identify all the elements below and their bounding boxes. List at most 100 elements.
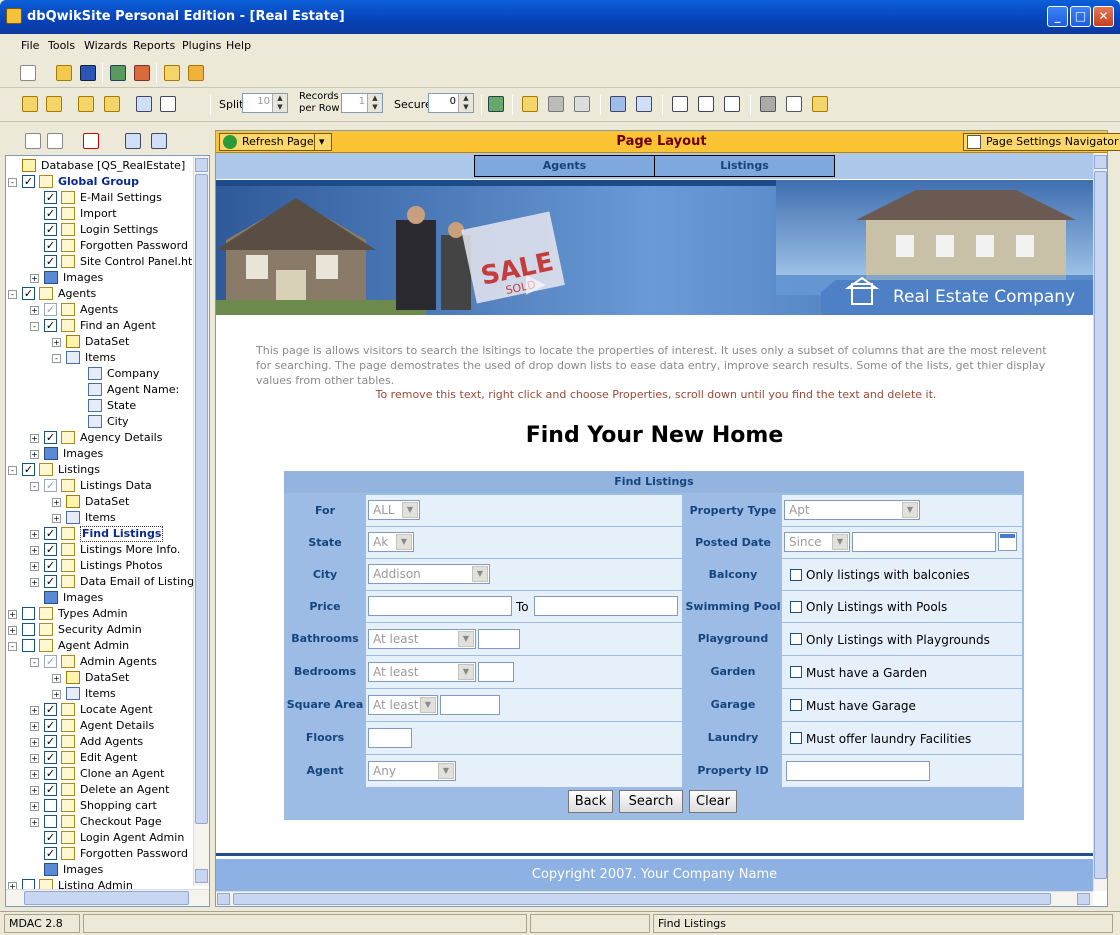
project-tree[interactable]: Database [QS_RealEstate] - ✓ Global Group ✓ E… (5, 155, 210, 907)
garden-checkbox[interactable] (790, 666, 802, 678)
secure-spinner[interactable]: 0 ▲ ▼ (428, 93, 474, 113)
minimize-button[interactable]: _ (1047, 6, 1068, 27)
expand-icon[interactable]: + (30, 706, 39, 715)
expand-icon[interactable]: + (30, 818, 39, 827)
expand-icon[interactable]: + (8, 610, 17, 619)
city-select[interactable]: Addison ▼ (368, 564, 490, 584)
floors-input[interactable] (368, 728, 412, 748)
expand-icon[interactable]: + (30, 722, 39, 731)
collapse-icon[interactable]: - (30, 658, 39, 667)
tree-checkbox[interactable]: ✓ (22, 175, 35, 188)
nav-tab-listings[interactable]: Listings (654, 155, 835, 177)
menu-help[interactable]: Help (226, 39, 251, 52)
property-id-input[interactable] (786, 761, 930, 781)
document-icon[interactable] (760, 96, 776, 112)
columns-icon[interactable] (574, 96, 590, 112)
maximize-button[interactable]: □ (1070, 6, 1091, 27)
tree-checkbox[interactable]: ✓ (44, 239, 57, 252)
playground-checkbox[interactable] (790, 633, 802, 645)
tree-checkbox[interactable]: ✓ (44, 223, 57, 236)
tree-checkbox[interactable]: ✓ (22, 463, 35, 476)
laundry-checkbox[interactable] (790, 732, 802, 744)
tree-item[interactable]: ✓ Import (6, 206, 192, 222)
tree-item[interactable]: + ✓ Listings More Info. (6, 542, 192, 558)
tree-item[interactable]: + Images (6, 270, 192, 286)
page-icon[interactable] (22, 96, 38, 112)
records-spinner[interactable]: 1 ▲ ▼ (341, 93, 383, 113)
tree-item[interactable]: Company (6, 366, 192, 382)
paste-icon[interactable] (104, 96, 120, 112)
collapse-icon[interactable]: - (8, 466, 17, 475)
tree-item[interactable]: - ✓ Listings (6, 462, 192, 478)
balcony-checkbox[interactable] (790, 569, 802, 581)
collapse-icon[interactable]: - (8, 642, 17, 651)
tree-checkbox[interactable]: ✓ (44, 847, 57, 860)
menu-plugins[interactable]: Plugins (182, 39, 221, 52)
calendar-icon[interactable] (998, 532, 1017, 551)
tree-item[interactable]: - Agent Admin (6, 638, 192, 654)
tree-checkbox[interactable]: ✓ (44, 543, 57, 556)
tree-item[interactable]: + DataSet (6, 334, 192, 350)
bathrooms-select[interactable]: At least ▼ (368, 629, 476, 649)
expand-icon[interactable]: + (30, 306, 39, 315)
no-format-icon[interactable] (160, 96, 176, 112)
tree-item[interactable]: + ✓ Locate Agent (6, 702, 192, 718)
properties-icon[interactable] (812, 96, 828, 112)
expand-icon[interactable]: + (30, 770, 39, 779)
tree-checkbox[interactable] (44, 799, 57, 812)
tree-checkbox[interactable]: ✓ (44, 831, 57, 844)
tree-item[interactable]: City (6, 414, 192, 430)
tree-checkbox[interactable]: ✓ (44, 767, 57, 780)
collapse-icon[interactable]: - (30, 482, 39, 491)
tree-item[interactable]: + Images (6, 446, 192, 462)
collapse-icon[interactable]: - (52, 354, 61, 363)
tree-item[interactable]: ✓ Forgotten Password (6, 238, 192, 254)
move-up-icon[interactable] (125, 133, 141, 149)
copy-icon[interactable] (78, 96, 94, 112)
tree-item[interactable]: + ✓ Clone an Agent (6, 766, 192, 782)
tree-checkbox[interactable]: ✓ (44, 751, 57, 764)
tree-item[interactable]: State (6, 398, 192, 414)
page-delete-icon[interactable] (46, 96, 62, 112)
tree-item[interactable]: + ✓ Agent Details (6, 718, 192, 734)
help-icon[interactable] (164, 65, 180, 81)
tree-item[interactable]: ✓ Forgotten Password (6, 846, 192, 862)
search-button[interactable]: Search (619, 790, 683, 813)
tree-scroll-thumb[interactable] (195, 174, 208, 824)
new-file-icon[interactable] (20, 65, 36, 81)
tree-checkbox[interactable]: ✓ (44, 527, 57, 540)
property-type-select[interactable]: Apt ▼ (784, 500, 920, 520)
tree-item[interactable]: + ✓ Add Agents (6, 734, 192, 750)
tree-item[interactable]: + Items (6, 686, 192, 702)
expand-icon[interactable]: + (52, 498, 61, 507)
editor-scroll-left-icon[interactable] (217, 893, 230, 905)
monitor-icon[interactable] (110, 65, 126, 81)
save-icon[interactable] (80, 65, 96, 81)
scroll-down-arrow-icon[interactable] (195, 869, 208, 883)
expand-icon[interactable]: + (30, 802, 39, 811)
tree-item[interactable]: + ✓ Find Listings (6, 526, 192, 542)
close-button[interactable]: ✕ (1093, 6, 1114, 27)
tree-item[interactable]: - ✓ Global Group (6, 174, 192, 190)
expand-icon[interactable]: + (30, 530, 39, 539)
tree-checkbox[interactable]: ✓ (44, 431, 57, 444)
expand-icon[interactable]: + (30, 562, 39, 571)
tree-item[interactable]: - ✓ Find an Agent (6, 318, 192, 334)
tree-horizontal-scrollbar[interactable] (6, 889, 209, 906)
posted-date-select[interactable]: Since ▼ (784, 532, 850, 552)
square-area-input[interactable] (440, 695, 500, 715)
editor-scroll-thumb[interactable] (1094, 171, 1107, 879)
add-group-icon[interactable] (47, 133, 63, 149)
tree-checkbox[interactable] (22, 607, 35, 620)
back-button[interactable]: Back (568, 790, 613, 813)
tree-item[interactable]: + ✓ Data Email of Listings (6, 574, 200, 590)
menu-file[interactable]: File (21, 39, 39, 52)
tree-checkbox[interactable]: ✓ (44, 303, 57, 316)
header-icon[interactable] (672, 96, 688, 112)
tree-item[interactable]: + ✓ Edit Agent (6, 750, 192, 766)
move-down-icon[interactable] (151, 133, 167, 149)
for-select[interactable]: ALL ▼ (368, 500, 420, 520)
expand-icon[interactable]: + (8, 626, 17, 635)
tree-item[interactable]: ✓ Site Control Panel.html (6, 254, 206, 270)
tree-checkbox[interactable]: ✓ (44, 703, 57, 716)
